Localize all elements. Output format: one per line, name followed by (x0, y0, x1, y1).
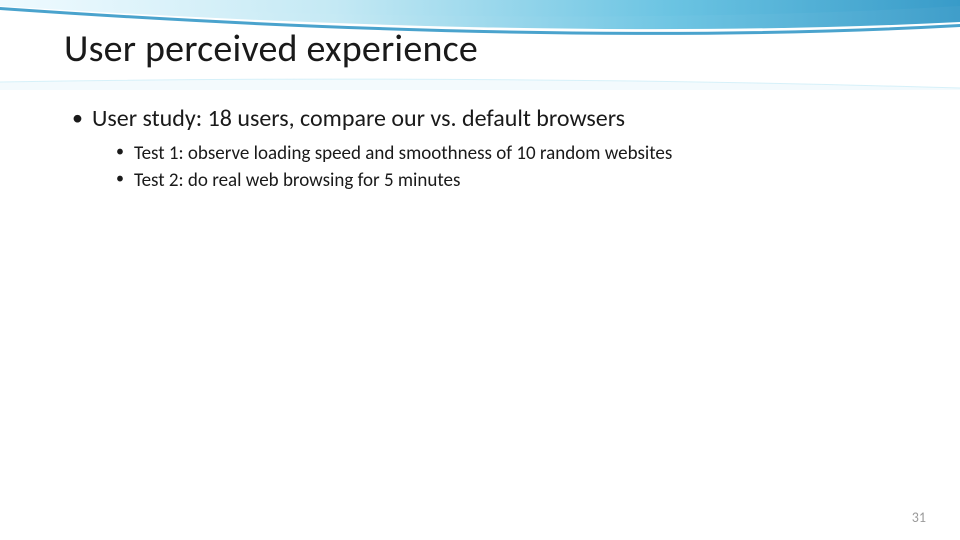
bullet-level1: User study: 18 users, compare our vs. de… (72, 104, 888, 134)
bullet-level2-item: Test 1: observe loading speed and smooth… (116, 142, 888, 167)
bullet-level2-group: Test 1: observe loading speed and smooth… (72, 142, 888, 193)
bullet-level2-item: Test 2: do real web browsing for 5 minut… (116, 169, 888, 194)
page-number: 31 (912, 509, 926, 526)
slide-title: User perceived experience (64, 26, 478, 72)
slide: User perceived experience User study: 18… (0, 0, 960, 540)
slide-content: User study: 18 users, compare our vs. de… (72, 104, 888, 195)
